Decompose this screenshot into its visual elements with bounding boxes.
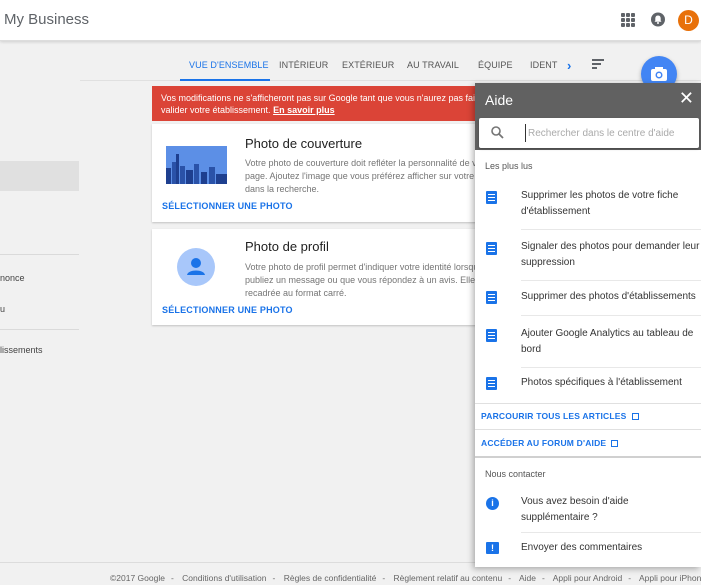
help-forum-link[interactable]: ACCÉDER AU FORUM D'AIDE <box>481 438 619 448</box>
help-title: Aide <box>485 92 514 108</box>
help-article[interactable]: Signaler des photos pour demander leur s… <box>475 235 701 275</box>
help-article[interactable]: Supprimer des photos d'établissements <box>475 288 701 312</box>
nav-item-label[interactable]: u <box>0 304 5 314</box>
footer-copyright: ©2017 Google <box>110 573 165 583</box>
search-icon <box>491 126 504 139</box>
contact-section-label: Nous contacter <box>485 469 546 479</box>
tab-interior[interactable]: INTÉRIEUR <box>279 60 328 70</box>
help-search-area <box>475 117 701 150</box>
footer-link-terms[interactable]: Conditions d'utilisation <box>182 573 266 583</box>
apps-grid-icon[interactable] <box>621 13 635 27</box>
article-title: Ajouter Google Analytics au tableau de <box>521 328 694 339</box>
article-title-cont: d'établissement <box>521 206 591 217</box>
nav-item-selected[interactable] <box>0 161 79 191</box>
tab-team[interactable]: ÉQUIPE <box>478 60 513 70</box>
document-icon <box>486 242 497 255</box>
tab-at-work[interactable]: AU TRAVAIL <box>407 60 459 70</box>
browse-all-articles-link[interactable]: PARCOURIR TOUS LES ARTICLES <box>481 411 639 421</box>
help-article[interactable]: Photos spécifiques à l'établissement <box>475 374 701 398</box>
feedback-icon: ! <box>486 542 499 554</box>
active-tab-indicator <box>180 79 270 81</box>
profile-avatar-icon <box>177 248 215 286</box>
footer-links: ©2017 Google - Conditions d'utilisation - … <box>110 573 701 583</box>
article-title: Supprimer des photos d'établissements <box>521 291 696 302</box>
tab-exterior[interactable]: EXTÉRIEUR <box>342 60 394 70</box>
app-title[interactable]: My Business <box>4 11 89 28</box>
footer-link-help[interactable]: Aide <box>519 573 536 583</box>
left-navigation: nonce u lissements <box>0 41 80 561</box>
cover-photo-card: Photo de couverture Votre photo de couve… <box>152 124 492 222</box>
article-title-cont: bord <box>521 344 542 355</box>
article-divider <box>521 532 701 533</box>
tab-overview[interactable]: VUE D'ENSEMBLE <box>189 60 269 70</box>
learn-more-link[interactable]: En savoir plus <box>273 105 335 115</box>
unverified-warning-banner: Vos modifications ne s'afficheront pas s… <box>152 86 492 121</box>
tab-identity[interactable]: IDENT <box>530 60 558 70</box>
info-icon: i <box>486 497 499 510</box>
profile-photo-title: Photo de profil <box>245 239 329 254</box>
article-title: Supprimer les photos de votre fiche <box>521 190 679 201</box>
help-article[interactable]: Ajouter Google Analytics au tableau de b… <box>475 322 701 362</box>
account-avatar[interactable]: D <box>678 10 699 31</box>
top-app-bar: My Business D <box>0 0 701 41</box>
contact-item-title: Envoyer des commentaires <box>521 542 643 553</box>
help-header: Aide ✕ <box>475 83 701 117</box>
profile-photo-description: Votre photo de profil permet d'indiquer … <box>245 262 492 298</box>
send-feedback-item[interactable]: ! Envoyer des commentaires <box>475 539 701 563</box>
footer-link-android-app[interactable]: Appli pour Android <box>553 573 622 583</box>
sort-icon[interactable] <box>592 59 606 71</box>
article-divider <box>521 280 701 281</box>
close-icon[interactable]: ✕ <box>679 89 694 107</box>
document-icon <box>486 377 497 390</box>
chevron-right-icon[interactable]: › <box>567 58 571 73</box>
nav-divider <box>0 329 79 330</box>
help-forum-label: ACCÉDER AU FORUM D'AIDE <box>481 438 607 448</box>
photo-tabs: VUE D'ENSEMBLE INTÉRIEUR EXTÉRIEUR AU TR… <box>80 41 701 81</box>
browse-all-articles-label: PARCOURIR TOUS LES ARTICLES <box>481 411 627 421</box>
article-divider <box>521 315 701 316</box>
article-title-cont: suppression <box>521 257 575 268</box>
article-divider <box>521 229 701 230</box>
help-panel: Aide ✕ Les plus lus Supprimer les photos… <box>475 83 701 567</box>
article-title: Photos spécifiques à l'établissement <box>521 377 682 388</box>
article-title: Signaler des photos pour demander leur <box>521 241 700 252</box>
document-icon <box>486 329 497 342</box>
popular-section-label: Les plus lus <box>485 161 533 171</box>
help-article[interactable]: Supprimer les photos de votre fiche d'ét… <box>475 184 701 224</box>
nav-item-label[interactable]: nonce <box>0 273 25 283</box>
section-divider <box>475 456 701 458</box>
notifications-bell-icon[interactable] <box>651 12 665 27</box>
select-cover-photo-button[interactable]: SÉLECTIONNER UNE PHOTO <box>162 201 293 211</box>
external-link-icon <box>631 413 639 420</box>
document-icon <box>486 191 497 204</box>
help-search-input[interactable] <box>525 124 695 142</box>
document-icon <box>486 291 497 304</box>
nav-divider <box>0 254 79 255</box>
contact-item-title: Vous avez besoin d'aide <box>521 496 629 507</box>
article-divider <box>521 367 701 368</box>
profile-photo-card: Photo de profil Votre photo de profil pe… <box>152 229 492 325</box>
help-search-box <box>479 118 699 148</box>
select-profile-photo-button[interactable]: SÉLECTIONNER UNE PHOTO <box>162 305 293 315</box>
cover-photo-illustration <box>166 146 227 184</box>
footer-link-privacy[interactable]: Règles de confidentialité <box>284 573 377 583</box>
footer-link-content-policy[interactable]: Règlement relatif au contenu <box>394 573 503 583</box>
footer-link-iphone-app[interactable]: Appli pour iPhone <box>639 573 701 583</box>
external-link-icon <box>611 440 619 447</box>
contact-item-title-cont: supplémentaire ? <box>521 512 598 523</box>
contact-more-help[interactable]: i Vous avez besoin d'aide supplémentaire… <box>475 492 701 528</box>
cover-photo-description: Votre photo de couverture doit refléter … <box>245 158 492 194</box>
nav-item-label[interactable]: lissements <box>0 345 43 355</box>
cover-photo-title: Photo de couverture <box>245 136 363 151</box>
panel-divider <box>475 429 701 430</box>
panel-divider <box>475 403 701 404</box>
